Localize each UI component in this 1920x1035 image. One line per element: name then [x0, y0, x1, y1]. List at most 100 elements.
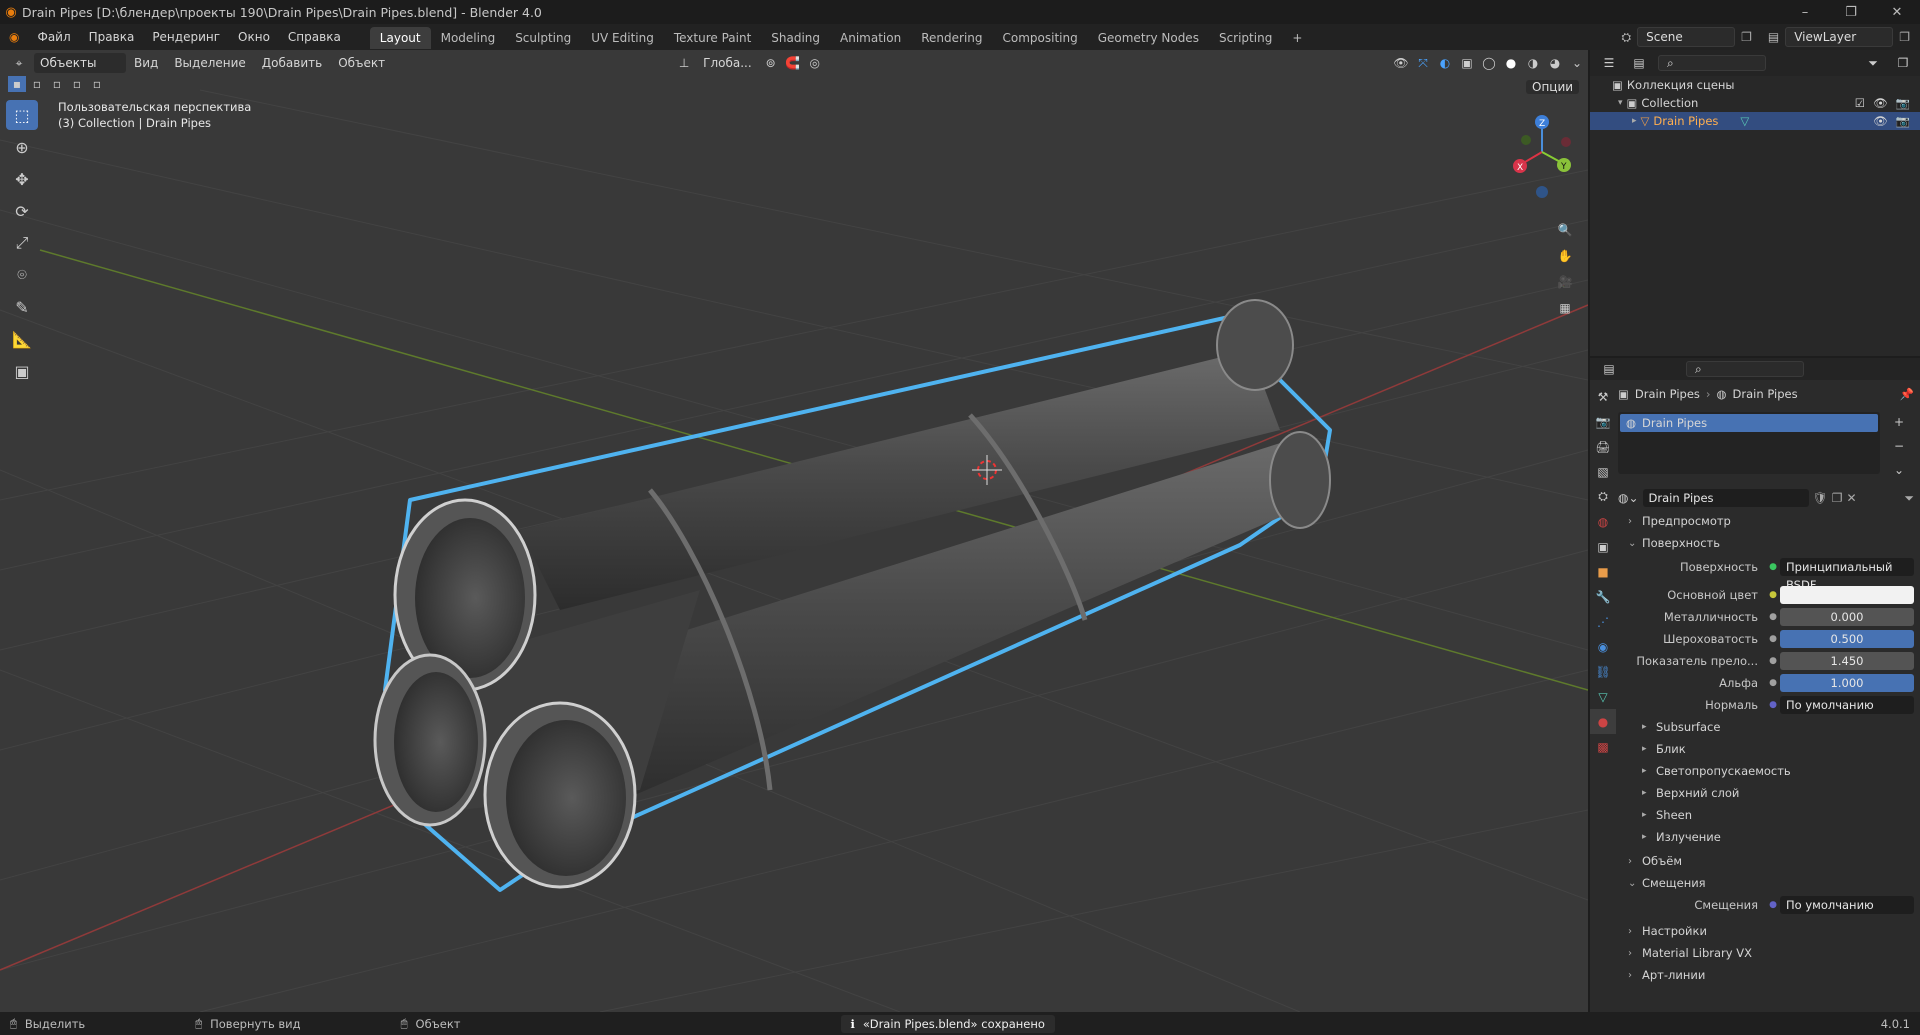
menu-edit[interactable]: Правка: [80, 24, 144, 50]
object-tab-icon[interactable]: ■: [1590, 559, 1616, 584]
slot-menu-icon[interactable]: ⌄: [1888, 460, 1910, 480]
menu-render[interactable]: Рендеринг: [143, 24, 229, 50]
measure-tool-icon[interactable]: 📐: [6, 324, 38, 354]
render-camera-icon[interactable]: 📷: [1896, 114, 1910, 128]
select-new-icon[interactable]: ▪: [8, 76, 26, 92]
constraints-tab-icon[interactable]: ⛓: [1590, 659, 1616, 684]
texture-tab-icon[interactable]: ▩: [1590, 734, 1616, 759]
pivot-icon[interactable]: ⊚: [760, 53, 782, 73]
section-preview[interactable]: › Предпросмотр: [1618, 510, 1914, 532]
properties-editor-icon[interactable]: ▤: [1598, 359, 1620, 379]
collection-tab-icon[interactable]: ▣: [1590, 534, 1616, 559]
outliner-editor-icon[interactable]: ☰: [1598, 53, 1620, 73]
material-filter-icon[interactable]: ⏷: [1904, 491, 1914, 506]
rotate-tool-icon[interactable]: ⟳: [6, 196, 38, 226]
new-scene-icon[interactable]: ❐: [1741, 30, 1752, 44]
shading-options-icon[interactable]: ⌄: [1566, 53, 1588, 73]
cursor-tool-icon[interactable]: ⊕: [6, 132, 38, 162]
material-slot-item[interactable]: ◍ Drain Pipes: [1620, 414, 1878, 432]
section-displacement[interactable]: ⌄ Смещения: [1618, 872, 1914, 894]
minimize-button[interactable]: –: [1782, 5, 1828, 20]
section-lineart[interactable]: › Арт-линии: [1618, 964, 1914, 986]
tool-tab-icon[interactable]: ⚒: [1590, 384, 1616, 409]
outliner-row-collection[interactable]: ▾ ▣ Collection ☑ 👁 📷: [1590, 94, 1920, 112]
outliner-search-icon[interactable]: ⌕: [1658, 55, 1766, 71]
overlay-toggle-icon[interactable]: ◐: [1434, 53, 1456, 73]
scene-tab-icon[interactable]: ⛭: [1590, 484, 1616, 509]
menu-select[interactable]: Выделение: [166, 52, 253, 74]
section-settings[interactable]: › Настройки: [1618, 920, 1914, 942]
world-tab-icon[interactable]: ◍: [1590, 509, 1616, 534]
camera-view-icon[interactable]: 🎥: [1554, 272, 1576, 292]
duplicate-material-icon[interactable]: ❐: [1832, 491, 1843, 505]
subsection-coat[interactable]: ▸ Верхний слой: [1618, 782, 1914, 804]
tab-animation[interactable]: Animation: [830, 27, 911, 49]
select-intersect-icon[interactable]: ▫: [88, 76, 106, 92]
menu-help[interactable]: Справка: [279, 24, 350, 50]
mode-selector[interactable]: Объекты: [34, 53, 126, 73]
zoom-icon[interactable]: 🔍: [1554, 220, 1576, 240]
rendered-shading-icon[interactable]: ◕: [1544, 53, 1566, 73]
scale-tool-icon[interactable]: ⤢: [6, 228, 38, 258]
render-tab-icon[interactable]: 📷: [1590, 409, 1616, 434]
tab-rendering[interactable]: Rendering: [911, 27, 992, 49]
select-extend-icon[interactable]: ▫: [28, 76, 46, 92]
material-tab-icon[interactable]: ●: [1590, 709, 1616, 734]
maximize-button[interactable]: ❐: [1828, 5, 1874, 20]
material-shading-icon[interactable]: ◑: [1522, 53, 1544, 73]
pan-hand-icon[interactable]: ✋: [1554, 246, 1576, 266]
ortho-grid-icon[interactable]: ▦: [1554, 298, 1576, 318]
transform-orientation-dropdown[interactable]: Глоба...: [695, 52, 760, 74]
browse-material-icon[interactable]: ◍⌄: [1618, 491, 1639, 505]
remove-slot-icon[interactable]: −: [1888, 436, 1910, 456]
modifier-tab-icon[interactable]: 🔧: [1590, 584, 1616, 609]
annotate-tool-icon[interactable]: ✎: [6, 292, 38, 322]
material-slot-list[interactable]: ◍ Drain Pipes: [1618, 412, 1880, 474]
tab-geometry-nodes[interactable]: Geometry Nodes: [1088, 27, 1209, 49]
tab-texture-paint[interactable]: Texture Paint: [664, 27, 761, 49]
menu-view[interactable]: Вид: [126, 52, 166, 74]
tab-uv-editing[interactable]: UV Editing: [581, 27, 664, 49]
subsection-transmission[interactable]: ▸ Светопропускаемость: [1618, 760, 1914, 782]
tab-layout[interactable]: Layout: [369, 27, 431, 49]
section-material-library[interactable]: › Material Library VX: [1618, 942, 1914, 964]
exclude-checkbox-icon[interactable]: ☑: [1855, 96, 1865, 110]
expand-arrow-icon[interactable]: ▸: [1632, 116, 1637, 126]
tab-shading[interactable]: Shading: [761, 27, 830, 49]
outliner-row-scene-collection[interactable]: ▣ Коллекция сцены: [1590, 76, 1920, 94]
subsection-subsurface[interactable]: ▸ Subsurface: [1618, 716, 1914, 738]
transform-tool-icon[interactable]: ⌾: [6, 260, 38, 290]
filter-icon[interactable]: ⏷: [1862, 53, 1884, 73]
tab-scripting[interactable]: Scripting: [1209, 27, 1282, 49]
visibility-eye-icon[interactable]: 👁: [1873, 114, 1888, 128]
drain-pipes-object[interactable]: [373, 299, 1332, 892]
displacement-field[interactable]: По умолчанию: [1780, 896, 1914, 914]
subsection-emission[interactable]: ▸ Излучение: [1618, 826, 1914, 848]
tab-sculpting[interactable]: Sculpting: [505, 27, 581, 49]
subsection-sheen[interactable]: ▸ Sheen: [1618, 804, 1914, 826]
3d-viewport[interactable]: ⌖ Объекты Вид Выделение Добавить Объект …: [0, 50, 1588, 1012]
editor-type-icon[interactable]: ⌖: [8, 53, 30, 73]
ior-field[interactable]: 1.450: [1780, 652, 1914, 670]
normal-field[interactable]: По умолчанию: [1780, 696, 1914, 714]
snap-icon[interactable]: 🧲: [782, 53, 804, 73]
visibility-eye-icon[interactable]: 👁: [1873, 96, 1888, 110]
view-layer-selector[interactable]: ViewLayer: [1785, 27, 1894, 47]
gizmo-toggle-icon[interactable]: ⤧: [1412, 53, 1434, 73]
proportional-edit-icon[interactable]: ◎: [804, 53, 826, 73]
material-name-field[interactable]: Drain Pipes: [1642, 489, 1809, 507]
outliner-row-drain-pipes[interactable]: ▸ ▽ Drain Pipes ▽ 👁 📷: [1590, 112, 1920, 130]
new-view-layer-icon[interactable]: ❐: [1899, 30, 1910, 44]
section-volume[interactable]: › Объём: [1618, 850, 1914, 872]
data-tab-icon[interactable]: ▽: [1590, 684, 1616, 709]
physics-tab-icon[interactable]: ◉: [1590, 634, 1616, 659]
pin-icon[interactable]: 📌: [1900, 387, 1914, 401]
properties-search-icon[interactable]: ⌕: [1686, 361, 1804, 377]
tab-modeling[interactable]: Modeling: [431, 27, 506, 49]
xray-icon[interactable]: ▣: [1456, 53, 1478, 73]
menu-add[interactable]: Добавить: [254, 52, 330, 74]
expand-arrow-icon[interactable]: ▾: [1618, 98, 1623, 108]
base-color-swatch[interactable]: [1780, 586, 1914, 604]
wireframe-shading-icon[interactable]: ◯: [1478, 53, 1500, 73]
menu-file[interactable]: Файл: [28, 24, 79, 50]
